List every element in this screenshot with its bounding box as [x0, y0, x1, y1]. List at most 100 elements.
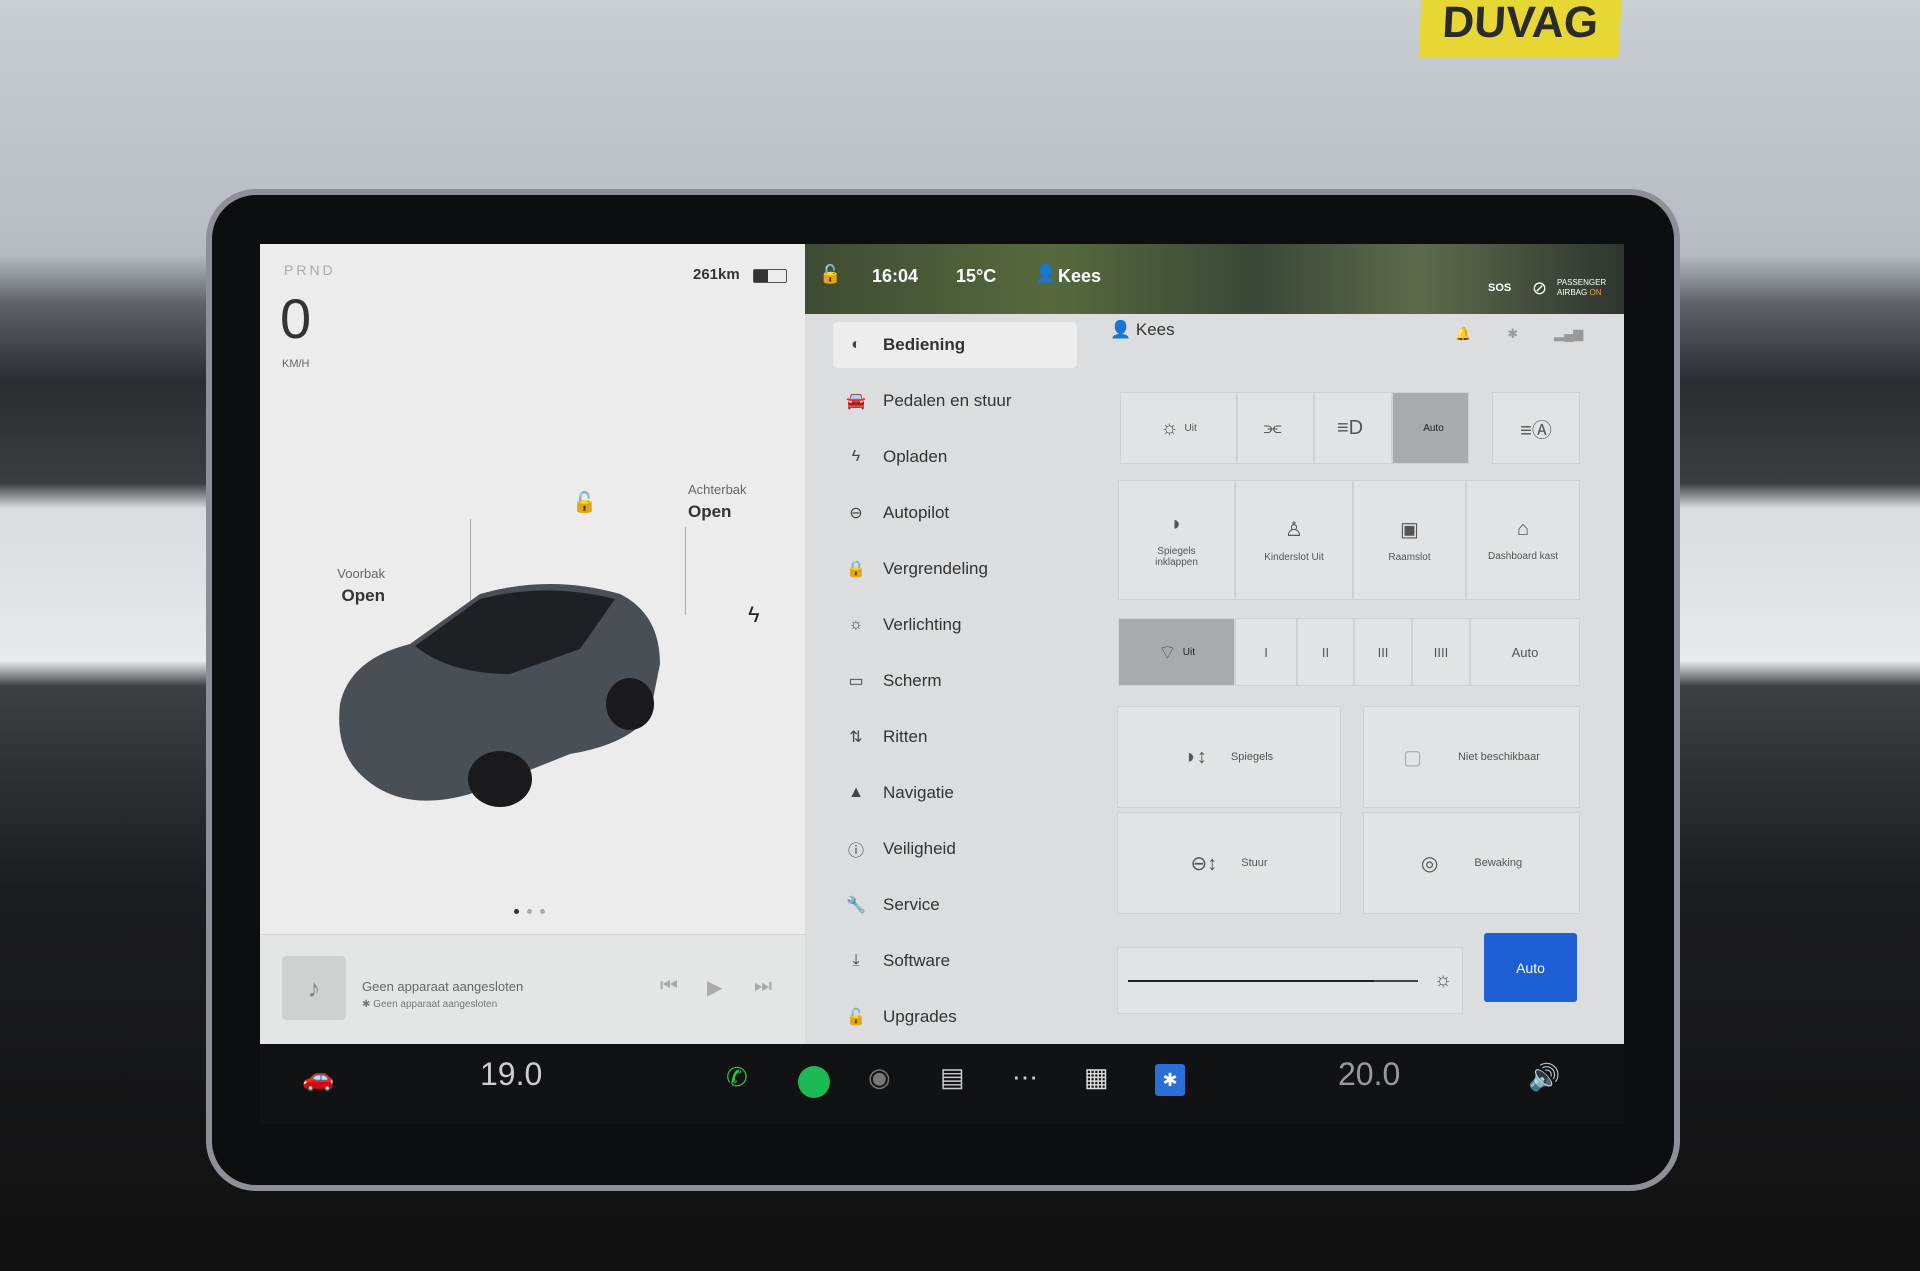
airbag-state: ON [1589, 288, 1602, 297]
airbag-off-icon: ⊘ [1532, 278, 1548, 298]
tile-icon: ▣ [1400, 519, 1419, 541]
navigation-icon: ▲ [848, 784, 864, 801]
wiper-option-5[interactable]: Auto [1470, 618, 1580, 686]
bag-icon: 🔓 [846, 1009, 866, 1026]
tile-1[interactable]: ♙ Kinderslot Uit [1235, 480, 1353, 600]
headlight-option-0[interactable]: ☼ Uit [1120, 392, 1237, 464]
spotify-icon[interactable] [798, 1066, 830, 1098]
steering-adjust-icon: ⊖↕ [1190, 852, 1218, 875]
more-icon[interactable]: ⋯ [1012, 1062, 1038, 1093]
headlight-option-3[interactable]: Auto [1392, 392, 1469, 464]
wiper-option-3[interactable]: III [1354, 618, 1412, 686]
page-dots[interactable] [514, 909, 545, 914]
brightness-icon: ☼ [1433, 969, 1453, 991]
unavailable-button[interactable]: ▢ Niet beschikbaar [1363, 706, 1580, 808]
menu-item-verlichting[interactable]: ☼ Verlichting [833, 602, 1077, 648]
auto-high-beam-button[interactable]: ≡Ⓐ [1492, 392, 1580, 464]
menu-item-label: Autopilot [883, 503, 950, 522]
page-dot[interactable] [540, 909, 545, 914]
unavailable-label: Niet beschikbaar [1457, 751, 1540, 763]
menu-item-opladen[interactable]: ϟ Opladen [833, 434, 1077, 480]
menu-item-label: Pedalen en stuur [883, 391, 1012, 410]
steering-label: Stuur [1241, 857, 1268, 869]
steering-adjust-button[interactable]: ⊖↕ Stuur [1117, 812, 1341, 914]
wiper-option-1[interactable]: I [1235, 618, 1297, 686]
headlight-option-2[interactable]: ≡D [1314, 392, 1392, 464]
option-label: Uit [1182, 646, 1196, 658]
menu-item-scherm[interactable]: ▭ Scherm [833, 658, 1077, 704]
calendar-icon[interactable]: ▦ [1084, 1062, 1109, 1093]
trunk-open-button[interactable]: Open [688, 502, 731, 522]
wiper-option-0[interactable]: ⌔ Uit [1118, 618, 1235, 686]
tile-icon: ◗ [1170, 512, 1183, 535]
headlight-option-1[interactable]: ⫘ [1237, 392, 1314, 464]
passenger-temperature[interactable]: 20.0 [1338, 1056, 1400, 1093]
steering-wheel-icon: ⊖ [849, 505, 863, 522]
wiper-option-2[interactable]: II [1297, 618, 1354, 686]
menu-item-label: Service [883, 895, 940, 914]
option-label: Auto [1511, 644, 1539, 660]
brightness-auto-button[interactable]: Auto [1484, 933, 1577, 1002]
tile-label: Raamslot [1388, 552, 1431, 563]
bolt-icon: ϟ [851, 448, 861, 465]
brightness-slider[interactable]: ☼ [1117, 947, 1463, 1014]
profile-header[interactable]: 👤 Kees [1110, 320, 1175, 340]
tile-label: Kinderslot Uit [1264, 552, 1324, 563]
menu-item-navigatie[interactable]: ▲ Navigatie [833, 770, 1077, 816]
volume-icon[interactable]: 🔊 [1528, 1062, 1560, 1093]
lock-status-icon[interactable]: 🔓 [819, 264, 841, 285]
menu-item-ritten[interactable]: ⇅ Ritten [833, 714, 1077, 760]
wiper-icon: ⌔ [1157, 641, 1177, 664]
menu-item-software[interactable]: ⤓ Software [833, 938, 1077, 984]
wiper-option-4[interactable]: IIII [1412, 618, 1470, 686]
bell-icon[interactable]: 🔔 [1455, 326, 1471, 342]
range: 261km [693, 266, 740, 283]
tile-2[interactable]: ▣ Raamslot [1353, 480, 1466, 600]
music-note-icon: ♪ [282, 956, 346, 1020]
media-title: Geen apparaat aangesloten [362, 979, 524, 994]
tile-label: Dashboard kast [1487, 551, 1559, 562]
phone-icon[interactable]: ✆ [726, 1062, 748, 1093]
next-track-button[interactable]: ⏭ [754, 975, 772, 998]
lte-signal-icon: ▂▄▆ [1554, 326, 1584, 341]
charge-port-lock-icon[interactable]: 🔓 [572, 490, 597, 515]
menu-item-veiligheid[interactable]: ⓘ Veiligheid [833, 826, 1077, 872]
menu-item-upgrades[interactable]: 🔓 Upgrades [833, 994, 1077, 1040]
safety-icon: ⓘ [847, 843, 864, 860]
car-icon[interactable]: 🚗 [302, 1062, 334, 1093]
cards-icon[interactable]: ▤ [940, 1062, 965, 1093]
profile-name[interactable]: Kees [1058, 266, 1101, 287]
previous-track-button[interactable]: ⏮ [660, 975, 678, 998]
mirrors-label: Spiegels [1230, 751, 1274, 763]
menu-item-autopilot[interactable]: ⊖ Autopilot [833, 490, 1077, 536]
auto-high-beam-icon: ≡Ⓐ [1520, 419, 1552, 442]
menu-item-service[interactable]: 🔧 Service [833, 882, 1077, 928]
battery-icon [753, 269, 787, 283]
menu-item-pedalen-en-stuur[interactable]: 🚘 Pedalen en stuur [833, 378, 1077, 424]
dashcam-icon: ▢ [1403, 746, 1422, 769]
speed: 0 [280, 287, 312, 350]
profile-icon[interactable]: 👤 [1035, 264, 1056, 284]
light-icon: ☼ [848, 616, 864, 633]
page-dot[interactable] [514, 909, 519, 914]
bluetooth-icon: ✱ [362, 999, 374, 1010]
tile-icon: ♙ [1285, 519, 1303, 541]
bluetooth-status-icon[interactable]: ✱ [1507, 326, 1518, 342]
trunk-leader-line [685, 527, 686, 615]
tile-0[interactable]: ◗ Spiegels inklappen [1118, 480, 1235, 600]
menu-item-bediening[interactable]: ◐ Bediening [833, 322, 1077, 368]
charge-port-icon[interactable]: ϟ [748, 602, 760, 628]
bluetooth-app-icon[interactable]: ✱ [1155, 1064, 1185, 1096]
driver-temperature[interactable]: 19.0 [480, 1056, 542, 1093]
page-dot[interactable] [527, 909, 532, 914]
camera-icon[interactable]: ◉ [868, 1062, 891, 1093]
sentry-button[interactable]: ◎ Bewaking [1363, 812, 1580, 914]
headlight-icon: ⫘ [1263, 416, 1282, 439]
car-model-image [339, 584, 660, 807]
sos-button[interactable]: SOS [1488, 282, 1511, 294]
tile-3[interactable]: ⌂ Dashboard kast [1466, 480, 1580, 600]
play-button[interactable]: ▶ [707, 975, 722, 1000]
menu-item-vergrendeling[interactable]: 🔒 Vergrendeling [833, 546, 1077, 592]
mirrors-adjust-button[interactable]: ◗↕ Spiegels [1117, 706, 1341, 808]
mirror-adjust-icon: ◗↕ [1184, 745, 1207, 768]
